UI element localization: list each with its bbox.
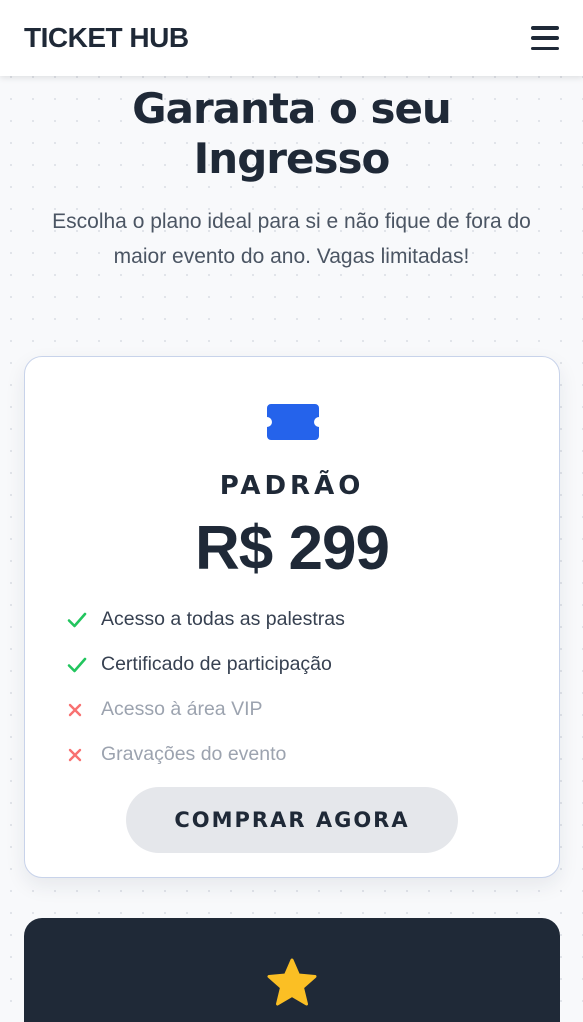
- feature-label: Gravações do evento: [101, 743, 287, 765]
- cross-icon: [67, 702, 101, 718]
- hero-section: Garanta o seu Ingresso Escolha o plano i…: [0, 84, 583, 274]
- brand-logo[interactable]: TICKET HUB: [24, 22, 189, 54]
- plan-card-standard: PADRÃO R$ 299 Acesso a todas as palestra…: [24, 356, 560, 878]
- feature-list: Acesso a todas as palestras Certificado …: [67, 597, 345, 777]
- page-title: Garanta o seu Ingresso: [132, 84, 452, 183]
- top-navbar: TICKET HUB: [0, 0, 583, 76]
- buy-now-button[interactable]: COMPRAR AGORA: [126, 787, 458, 853]
- plan-price: R$ 299: [195, 514, 390, 583]
- cross-icon: [67, 747, 101, 763]
- feature-item: Gravações do evento: [67, 732, 345, 777]
- menu-bar: [531, 46, 559, 50]
- feature-label: Acesso à área VIP: [101, 698, 263, 720]
- feature-item: Certificado de participação: [67, 642, 345, 687]
- star-icon: [267, 958, 317, 1006]
- page-subtitle: Escolha o plano ideal para si e não fiqu…: [52, 210, 531, 268]
- feature-item: Acesso à área VIP: [67, 687, 345, 732]
- feature-label: Certificado de participação: [101, 653, 332, 675]
- plan-name: PADRÃO: [219, 471, 365, 501]
- feature-label: Acesso a todas as palestras: [101, 608, 345, 630]
- check-icon: [67, 657, 101, 673]
- menu-bar: [531, 26, 559, 30]
- menu-bar: [531, 36, 559, 40]
- feature-item: Acesso a todas as palestras: [67, 597, 345, 642]
- ticket-icon: [267, 404, 319, 440]
- hamburger-menu-icon[interactable]: [531, 26, 559, 50]
- plan-card-premium: [24, 918, 560, 1022]
- check-icon: [67, 612, 101, 628]
